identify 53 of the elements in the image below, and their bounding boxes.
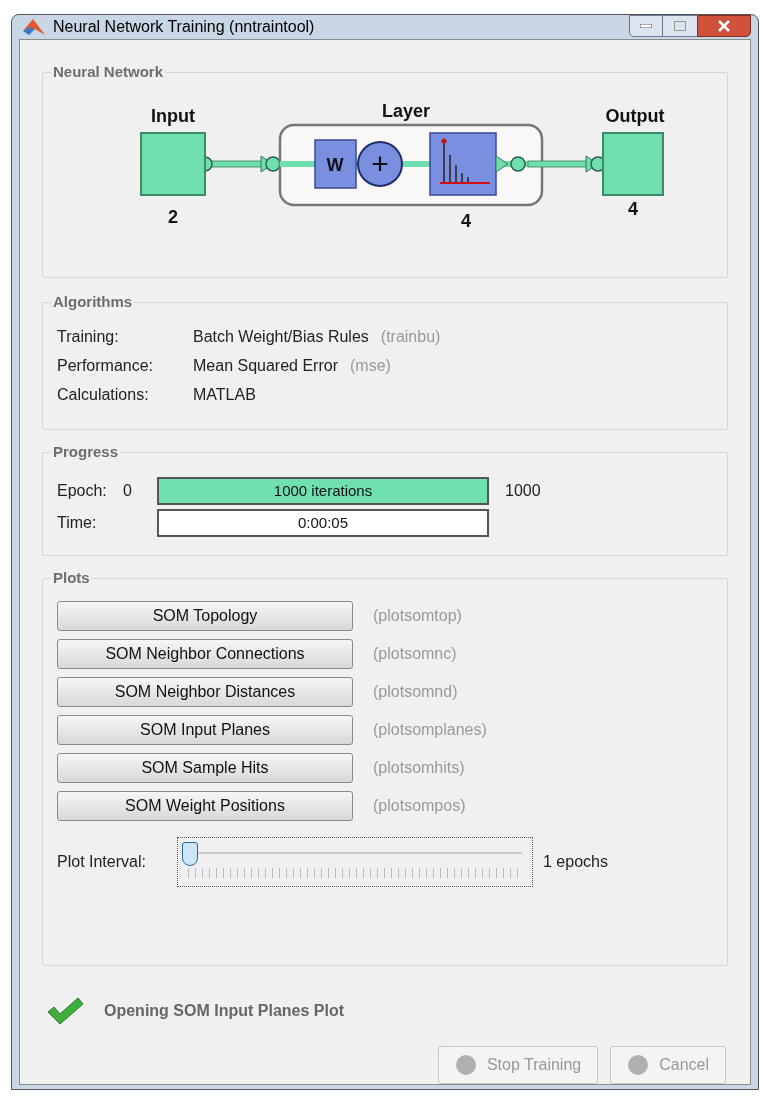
function-name: (plotsomtop): [373, 606, 462, 626]
plot-button[interactable]: SOM Sample Hits: [57, 753, 353, 783]
function-name: (mse): [349, 356, 391, 376]
algorithm-label: Calculations:: [57, 385, 150, 405]
sum-node: [357, 141, 403, 187]
minimize-icon: [640, 24, 652, 28]
plot-interval-slider[interactable]: [177, 837, 533, 887]
plot-button[interactable]: SOM Neighbor Distances: [57, 677, 353, 707]
close-icon: [717, 20, 731, 32]
app-logo-icon: [23, 17, 45, 37]
algorithm-value: Mean Squared Error: [193, 356, 338, 376]
slider-thumb[interactable]: [182, 842, 198, 866]
plot-interval-value: 1 epochs: [543, 852, 608, 872]
plot-button[interactable]: SOM Neighbor Connections: [57, 639, 353, 669]
weight-block: [314, 139, 357, 189]
epoch-label: Epoch:: [57, 481, 108, 501]
time-label: Time:: [57, 513, 98, 533]
function-name: (plotsomplanes): [373, 720, 487, 740]
plot-button[interactable]: SOM Topology: [57, 601, 353, 631]
epoch-start: 0: [123, 481, 133, 501]
input-size: 2: [168, 207, 178, 227]
status-message: Opening SOM Input Planes Plot: [104, 1001, 344, 1021]
sum-symbol: +: [371, 147, 389, 180]
weight-symbol: W: [326, 155, 344, 175]
algorithm-value: Batch Weight/Bias Rules: [193, 327, 369, 347]
maximize-icon: [674, 21, 686, 31]
layer-label: Layer: [382, 101, 430, 121]
function-name: (plotsompos): [373, 796, 466, 816]
epoch-end: 1000: [505, 481, 541, 501]
input-block: [140, 132, 206, 196]
algorithm-label: Performance:: [57, 356, 155, 376]
output-block: [602, 132, 664, 196]
checkmark-icon: [46, 996, 84, 1026]
maximize-button[interactable]: [663, 15, 697, 37]
function-name: (plotsomhits): [373, 758, 465, 778]
layer-size: 4: [461, 211, 471, 231]
function-name: (plotsomnc): [373, 644, 457, 664]
minimize-button[interactable]: [629, 15, 663, 37]
close-button[interactable]: [697, 15, 751, 37]
plot-button[interactable]: SOM Input Planes: [57, 715, 353, 745]
algorithm-label: Training:: [57, 327, 120, 347]
time-display: 0:00:05: [157, 509, 489, 537]
output-size: 4: [628, 199, 638, 219]
input-label: Input: [151, 106, 195, 126]
algorithm-value: MATLAB: [193, 385, 256, 405]
plot-interval-label: Plot Interval:: [57, 852, 147, 872]
function-name: (plotsomnd): [373, 682, 458, 702]
progress-text: 1000 iterations: [272, 480, 374, 501]
function-name: (trainbu): [380, 327, 441, 347]
plot-button[interactable]: SOM Weight Positions: [57, 791, 353, 821]
window-title: Neural Network Training (nntraintool): [53, 17, 315, 37]
output-label: Output: [605, 106, 665, 126]
transfer-function-icon: [429, 132, 497, 196]
